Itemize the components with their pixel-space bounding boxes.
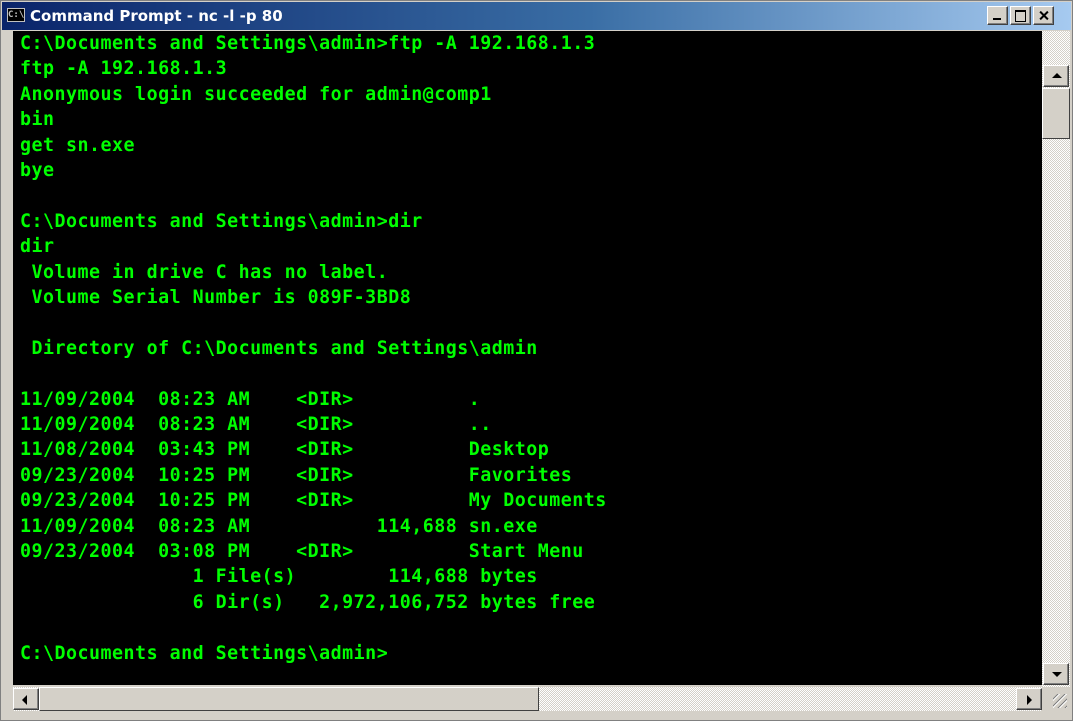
- scroll-up-button[interactable]: [1043, 65, 1069, 87]
- console-line: Volume Serial Number is 089F-3BD8: [20, 287, 412, 308]
- scroll-down-button[interactable]: [1043, 663, 1069, 685]
- console-line: ftp -A 192.168.1.3: [20, 58, 228, 80]
- horizontal-scrollbar[interactable]: [13, 687, 1042, 711]
- maximize-button[interactable]: [1010, 6, 1031, 25]
- console-line: get sn.exe: [20, 134, 136, 156]
- console-line: 11/09/2004 08:23 AM 114,688 sn.exe: [20, 515, 538, 537]
- vertical-scroll-thumb[interactable]: [1042, 88, 1070, 139]
- scroll-left-button[interactable]: [13, 688, 39, 710]
- command-prompt-window: C:\ Command Prompt - nc -l -p 80 C:\Docu…: [0, 0, 1073, 721]
- console-icon[interactable]: C:\: [7, 8, 25, 22]
- arrow-right-icon: [1027, 695, 1032, 705]
- console-line: bin: [20, 109, 55, 131]
- console-line: Anonymous login succeeded for admin@comp…: [20, 83, 492, 105]
- arrow-down-icon: [1052, 672, 1062, 677]
- console-line: 11/09/2004 08:23 AM <DIR> ..: [20, 414, 492, 435]
- console-line: 11/09/2004 08:23 AM <DIR> .: [20, 388, 481, 410]
- close-button[interactable]: [1033, 6, 1054, 25]
- console-output[interactable]: C:\Documents and Settings\admin> ftp -A 1…: [13, 31, 1042, 685]
- arrow-left-icon: [22, 695, 27, 705]
- console-line: 09/23/2004 10:25 PM <DIR> My Documents: [20, 490, 607, 512]
- resize-grip[interactable]: [1042, 687, 1070, 711]
- title-bar[interactable]: C:\ Command Prompt - nc -l -p 80: [2, 2, 1071, 30]
- console-line: bye: [20, 160, 55, 181]
- horizontal-scroll-thumb[interactable]: [39, 687, 539, 711]
- vertical-scrollbar[interactable]: [1042, 31, 1070, 687]
- window-title: Command Prompt - nc -l -p 80: [30, 7, 283, 25]
- console-line: Volume in drive C has no label.: [20, 261, 389, 283]
- scroll-right-button[interactable]: [1016, 688, 1042, 710]
- console-line: 09/23/2004 03:08 PM <DIR> Start Menu: [20, 541, 584, 562]
- console-line: 09/23/2004 10:25 PM <DIR> Favorites: [20, 464, 573, 486]
- console-line: 6 Dir(s) 2,972,106,752 bytes free: [20, 591, 596, 613]
- console-line: C:\Documents and Settings\admin>ftp -A 1…: [20, 33, 596, 54]
- console-line: Directory of C:\Documents and Settings\a…: [20, 337, 538, 359]
- arrow-up-icon: [1052, 73, 1062, 78]
- console-line: C:\Documents and Settings\admin>dir: [20, 210, 423, 232]
- console-line: dir: [20, 236, 55, 258]
- console-line: C:\Documents and Settings\admin>: [20, 642, 389, 664]
- console-line: 11/08/2004 03:43 PM <DIR> Desktop: [20, 439, 550, 461]
- minimize-button[interactable]: [987, 6, 1008, 25]
- console-line: 1 File(s) 114,688 bytes: [20, 566, 538, 588]
